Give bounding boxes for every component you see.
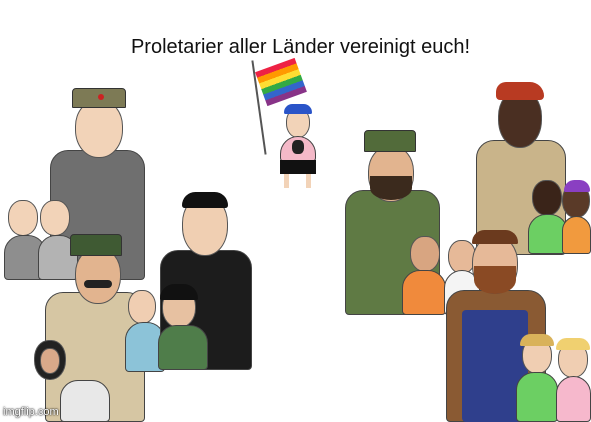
meme-caption: Proletarier aller Länder vereinigt euch! [130, 36, 471, 58]
figure-overalls-man [440, 220, 591, 422]
figure-black-clothed-man [150, 190, 260, 390]
figure-flag-bearer [248, 57, 338, 190]
figure-tan-uniform-man [0, 230, 170, 422]
watermark: imgflip.com [3, 406, 59, 418]
rainbow-flag [255, 57, 307, 107]
